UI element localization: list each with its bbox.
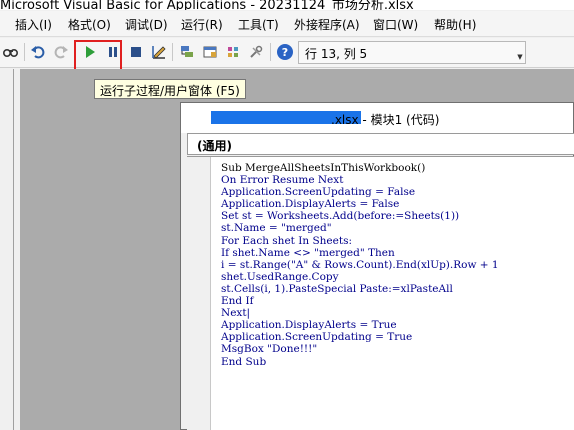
watermark: CSDN @xingshanchang [389,404,560,420]
code-line: i = st.Range("A" & Rows.Count).End(xlUp)… [221,258,499,271]
code-window-title-bar[interactable]: .xlsx - 模块1 (代码) [181,103,573,133]
menu-run[interactable]: 运行(R) [181,16,223,33]
toolbar-separator [172,43,173,61]
menu-tools[interactable]: 工具(T) [238,16,279,33]
menu-insert[interactable]: 插入(I) [15,16,52,33]
menu-addins[interactable]: 外接程序(A) [294,16,360,33]
code-line: Application.ScreenUpdating = True [221,331,413,344]
code-line: shet.UsedRange.Copy [221,270,339,283]
redo-icon[interactable] [50,41,72,63]
code-line: End If [221,295,254,308]
window-title: Microsoft Visual Basic for Applications … [0,0,414,10]
code-window: .xlsx - 模块1 (代码) (通用) Sub MergeAllSheets… [180,102,574,430]
menu-window[interactable]: 窗口(W) [373,16,418,33]
reset-icon[interactable] [125,41,147,63]
code-line: Next| [221,307,251,320]
properties-icon[interactable] [199,41,221,63]
code-line: Application.DisplayAlerts = False [221,198,400,211]
code-line: On Error Resume Next [221,174,344,187]
toolbox-icon[interactable] [245,41,267,63]
code-line: Application.DisplayAlerts = True [221,319,397,332]
code-line: st.Name = "merged" [221,222,332,235]
code-line: End Sub [221,355,267,368]
menu-bar: 插入(I) 格式(O) 调试(D) 运行(R) 工具(T) 外接程序(A) 窗口… [0,11,574,37]
code-line: Sub MergeAllSheetsInThisWorkbook() [221,162,426,174]
code-line: If shet.Name <> "merged" Then [221,246,395,259]
undo-icon[interactable] [27,41,49,63]
project-panel-edge [0,69,14,430]
project-explorer-icon[interactable] [176,41,198,63]
help-icon[interactable]: ? [274,41,296,63]
toolbar-separator [24,43,25,61]
cursor-position-indicator: 行 13, 列 5 [298,41,526,64]
find-icon[interactable] [0,41,22,63]
object-dropdown[interactable]: (通用) [187,133,574,155]
object-browser-icon[interactable] [222,41,244,63]
menu-help[interactable]: 帮助(H) [434,16,476,33]
code-line: Set st = Worksheets.Add(before:=Sheets(1… [221,210,460,223]
code-margin [187,157,211,430]
window-title-bar: Microsoft Visual Basic for Applications … [0,0,574,10]
code-editor[interactable]: Sub MergeAllSheetsInThisWorkbook() On Err… [187,156,574,430]
svg-text:?: ? [282,46,288,59]
toolbar-separator [270,43,271,61]
code-line: Application.ScreenUpdating = False [221,186,416,199]
code-window-title: .xlsx - 模块1 (代码) [331,113,440,127]
design-mode-icon[interactable] [148,41,170,63]
menu-format[interactable]: 格式(O) [68,16,111,33]
menu-debug[interactable]: 调试(D) [125,16,168,33]
run-tooltip: 运行子过程/用户窗体 (F5) [94,79,246,99]
code-text: Sub MergeAllSheetsInThisWorkbook() On Err… [221,162,499,368]
toolbar-overflow-icon[interactable]: ▼ [514,41,526,64]
code-line: For Each shet In Sheets: [221,234,352,247]
code-line: MsgBox "Done!!!" [221,343,318,356]
code-line: st.Cells(i, 1).PasteSpecial Paste:=xlPas… [221,282,453,295]
